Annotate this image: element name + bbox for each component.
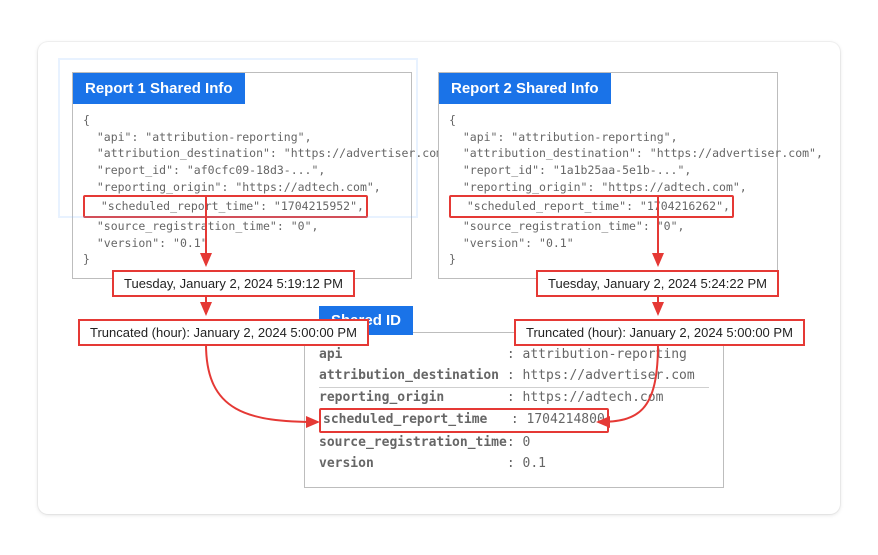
r2-id: 1a1b25aa-5e1b-... (560, 163, 678, 177)
report1-time-pill: Tuesday, January 2, 2024 5:19:12 PM (112, 270, 355, 297)
sep-1 (319, 387, 709, 388)
s-api-l: api (319, 347, 342, 362)
s-sched-l: scheduled_report_time (323, 412, 487, 427)
s-origin-l: reporting_origin (319, 390, 444, 405)
s-ver-v: 0.1 (523, 456, 546, 471)
r2-scheduled-highlight: "scheduled_report_time": "1704216262", (449, 195, 734, 218)
report2-trunc-pill: Truncated (hour): January 2, 2024 5:00:0… (514, 319, 805, 346)
r2-api: attribution-reporting (518, 130, 663, 144)
s-api-v: attribution-reporting (523, 347, 687, 362)
r1-ver: 0.1 (180, 236, 201, 250)
s-src-l: source_registration_time (319, 435, 507, 450)
r2-dest: https://advertiser.com (657, 146, 809, 160)
report1-trunc-pill: Truncated (hour): January 2, 2024 5:00:0… (78, 319, 369, 346)
shared-scheduled-highlight: scheduled_report_time : 1704214800 (319, 408, 609, 433)
r2-ver: 0.1 (546, 236, 567, 250)
diagram-card: Report 1 Shared Info { "api": "attributi… (38, 42, 840, 514)
s-src-v: 0 (523, 435, 531, 450)
shared-id-panel: Shared ID api : attribution-reporting at… (304, 332, 724, 488)
r2-sched: 1704216262 (647, 199, 716, 213)
s-dest-l: attribution_destination (319, 368, 499, 383)
report2-header: Report 2 Shared Info (439, 73, 611, 104)
report2-code: { "api": "attribution-reporting", "attri… (439, 104, 777, 278)
r2-origin: https://adtech.com (608, 180, 733, 194)
arrow-r1-trunc-to-shared (206, 344, 318, 422)
s-sched-v: 1704214800 (527, 412, 605, 427)
ghost-box-1 (58, 58, 418, 218)
r2-src: 0 (664, 219, 671, 233)
report2-time-pill: Tuesday, January 2, 2024 5:24:22 PM (536, 270, 779, 297)
s-origin-v: https://adtech.com (523, 390, 664, 405)
report2-panel: Report 2 Shared Info { "api": "attributi… (438, 72, 778, 279)
s-dest-v: https://advertiser.com (523, 368, 695, 383)
r1-src: 0 (298, 219, 305, 233)
s-ver-l: version (319, 456, 374, 471)
shared-id-body: api : attribution-reporting attribution_… (305, 333, 723, 487)
